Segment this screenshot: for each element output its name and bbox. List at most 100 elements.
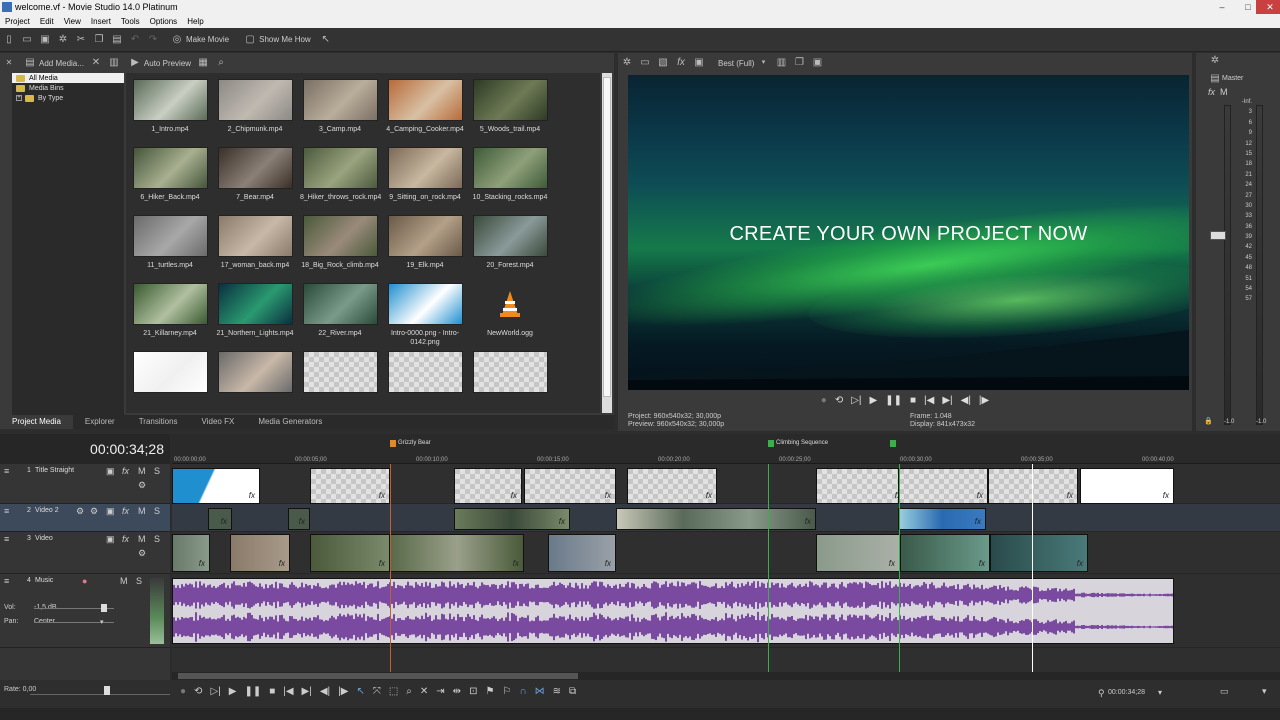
track-solo-icon[interactable]: S <box>154 534 160 544</box>
normal-edit-tool-icon[interactable]: ↖ <box>356 686 364 697</box>
track-header-title[interactable]: ≡ 1 Title Straight ▣ fx M S ⚙ <box>0 464 170 504</box>
title-clip[interactable]: fx <box>816 468 906 504</box>
media-item[interactable]: 2_Chipmunk.mp4 <box>215 79 295 145</box>
clip-fx-icon[interactable]: fx <box>977 491 983 500</box>
video-clip[interactable]: fx <box>230 534 290 572</box>
redo-icon[interactable]: ↷ <box>147 34 159 46</box>
media-item[interactable]: Intro-0000.png - Intro-0142.png <box>385 283 465 349</box>
title-clip[interactable]: fx <box>988 468 1078 504</box>
lock-icon[interactable]: ⊡ <box>469 686 477 697</box>
menu-view[interactable]: View <box>59 17 86 26</box>
tab-explorer[interactable]: Explorer <box>73 415 127 429</box>
parent-motion-icon[interactable]: ⚙ <box>76 506 84 517</box>
add-media-button[interactable]: ▤ Add Media... <box>21 57 84 69</box>
show-me-how-button[interactable]: ▢ Show Me How <box>241 34 310 46</box>
open-project-icon[interactable]: ▭ <box>21 34 33 46</box>
tab-project-media[interactable]: Project Media <box>0 415 73 429</box>
next-frame-icon[interactable]: |▶ <box>338 686 348 697</box>
media-item[interactable] <box>385 351 465 413</box>
video-clip[interactable]: fx <box>548 534 616 572</box>
copy-snapshot-icon[interactable]: ❐ <box>793 57 805 69</box>
selection-tool-icon[interactable]: ⬚ <box>389 686 398 697</box>
lock-icon[interactable]: 🔒 <box>1204 417 1213 425</box>
preview-quality-select[interactable]: Best (Full) <box>718 59 754 68</box>
menu-insert[interactable]: Insert <box>86 17 116 26</box>
media-item[interactable]: NewWorld.ogg <box>470 283 550 349</box>
video-clip[interactable]: fx <box>172 534 210 572</box>
tab-transitions[interactable]: Transitions <box>127 415 190 429</box>
clip-fx-icon[interactable]: fx <box>706 491 712 500</box>
media-item[interactable] <box>300 351 380 413</box>
marker-grizzly-bear[interactable]: Grizzly Bear <box>390 440 431 447</box>
track-minimize-icon[interactable]: ≡ <box>4 506 9 516</box>
clip-fx-icon[interactable]: fx <box>379 491 385 500</box>
video-clip[interactable]: fx <box>208 508 232 530</box>
menu-options[interactable]: Options <box>145 17 183 26</box>
track-minimize-icon[interactable]: ≡ <box>4 534 9 544</box>
save-icon[interactable]: ▣ <box>39 34 51 46</box>
zoom-tool-icon[interactable]: ⌕ <box>406 686 412 697</box>
trim-icon[interactable]: ⇥ <box>436 686 444 697</box>
auto-preview-button[interactable]: ▶ Auto Preview <box>126 57 191 69</box>
video-clip[interactable]: fx <box>900 534 990 572</box>
cut-icon[interactable]: ✂ <box>75 34 87 46</box>
video-fx-icon[interactable]: fx <box>675 57 687 69</box>
video-clip[interactable]: fx <box>898 508 986 530</box>
compositing-mode-icon[interactable]: ⚙ <box>138 548 146 559</box>
compositing-mode-icon[interactable]: ⚙ <box>138 480 146 491</box>
paste-icon[interactable]: ▤ <box>111 34 123 46</box>
media-item[interactable]: 17_woman_back.mp4 <box>215 215 295 281</box>
menu-help[interactable]: Help <box>182 17 208 26</box>
insert-marker-icon[interactable]: ⚑ <box>485 686 494 697</box>
remove-media-icon[interactable]: ✕ <box>90 57 102 69</box>
go-to-end-icon[interactable]: ▶| <box>302 686 312 697</box>
minimize-button[interactable]: – <box>1208 0 1236 14</box>
track-mute-icon[interactable]: M <box>138 506 146 516</box>
timecode-menu-icon[interactable]: ▾ <box>1158 688 1162 697</box>
previous-frame-icon[interactable]: ◀| <box>320 686 330 697</box>
view-mode-icon[interactable]: ▦ <box>197 57 209 69</box>
delete-icon[interactable]: ✕ <box>420 686 428 697</box>
lock-envelopes-icon[interactable]: ⧉ <box>569 686 576 697</box>
go-to-start-icon[interactable]: |◀ <box>283 686 293 697</box>
media-item[interactable]: 5_Woods_trail.mp4 <box>470 79 550 145</box>
track-mute-icon[interactable]: M <box>138 466 146 476</box>
clip-fx-icon[interactable]: fx <box>1163 491 1169 500</box>
play-from-start-icon[interactable]: ▷| <box>851 395 861 406</box>
timeline-ruler[interactable]: Grizzly Bear Climbing Sequence 00:00:00;… <box>172 434 1280 464</box>
scrollbar-thumb[interactable] <box>603 77 611 397</box>
media-item[interactable]: 9_Sitting_on_rock.mp4 <box>385 147 465 213</box>
loop-icon[interactable]: ⟲ <box>835 395 843 406</box>
menu-tools[interactable]: Tools <box>116 17 145 26</box>
master-settings-gear-icon[interactable]: ✲ <box>1209 55 1221 67</box>
close-button[interactable]: ✕ <box>1256 0 1280 14</box>
play-icon[interactable]: ▶ <box>229 686 237 697</box>
title-clip[interactable]: fx <box>454 468 522 504</box>
loop-icon[interactable]: ⟲ <box>194 686 202 697</box>
media-item[interactable]: 22_River.mp4 <box>300 283 380 349</box>
external-monitor-icon[interactable]: ▭ <box>639 57 651 69</box>
media-item[interactable]: 20_Forest.mp4 <box>470 215 550 281</box>
title-clip[interactable]: fx <box>1080 468 1174 504</box>
record-arm-icon[interactable]: ● <box>82 576 87 586</box>
play-icon[interactable]: ▶ <box>870 395 878 406</box>
new-project-icon[interactable]: ▯ <box>3 34 15 46</box>
media-item[interactable]: 8_Hiker_throws_rock.mp4 <box>300 147 381 213</box>
previous-frame-icon[interactable]: ◀| <box>961 395 971 406</box>
collapse-icon[interactable]: ▾ <box>1262 686 1267 697</box>
stop-icon[interactable]: ■ <box>910 395 916 406</box>
track-minimize-icon[interactable]: ≡ <box>4 576 9 586</box>
title-clip[interactable]: fx <box>310 468 390 504</box>
track-header-music[interactable]: ≡ 4 Music ● M S Vol: -1,5 dB Pan: Center… <box>0 574 170 648</box>
clip-fx-icon[interactable]: fx <box>199 559 205 568</box>
media-item[interactable]: 18_Big_Rock_climb.mp4 <box>300 215 380 281</box>
close-panel-icon[interactable]: ✕ <box>3 57 15 69</box>
track-motion-icon[interactable]: ▣ <box>106 466 115 477</box>
track-minimize-icon[interactable]: ≡ <box>4 466 9 476</box>
video-clip[interactable]: fx <box>454 508 570 530</box>
audio-clip-music[interactable] <box>172 578 1174 644</box>
pan-slider-handle[interactable]: ▾ <box>100 618 104 626</box>
auto-crossfade-icon[interactable]: ⋈ <box>535 686 545 697</box>
clip-fx-icon[interactable]: fx <box>299 517 305 526</box>
stop-icon[interactable]: ■ <box>269 686 275 697</box>
